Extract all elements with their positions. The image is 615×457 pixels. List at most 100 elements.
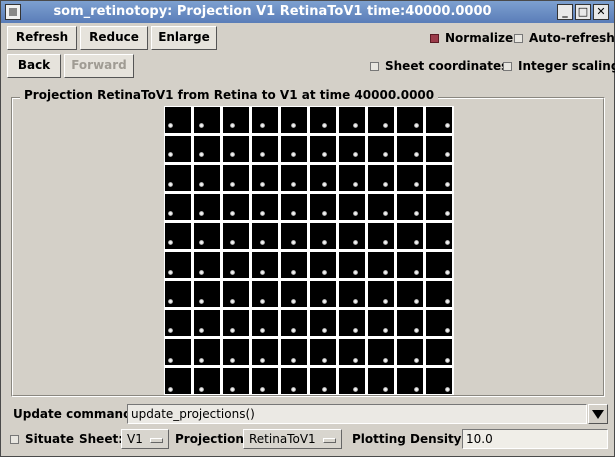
forward-button[interactable]: Forward	[64, 54, 134, 78]
weight-cell[interactable]	[426, 194, 452, 220]
projection-select[interactable]: RetinaToV1	[243, 429, 342, 449]
weight-cell[interactable]	[252, 310, 278, 336]
weight-cell[interactable]	[426, 281, 452, 307]
weight-cell[interactable]	[194, 194, 220, 220]
weight-cell[interactable]	[310, 252, 336, 278]
weight-cell[interactable]	[252, 339, 278, 365]
auto-refresh-checkbox-box[interactable]	[514, 34, 523, 43]
sheet-coordinates-checkbox[interactable]: Sheet coordinates	[370, 59, 508, 73]
weight-cell[interactable]	[339, 223, 365, 249]
weight-cell[interactable]	[281, 194, 307, 220]
weight-cell[interactable]	[252, 223, 278, 249]
weight-cell[interactable]	[165, 339, 191, 365]
weight-cell[interactable]	[223, 223, 249, 249]
weight-cell[interactable]	[397, 107, 423, 133]
weight-cell[interactable]	[252, 136, 278, 162]
weight-cell[interactable]	[339, 107, 365, 133]
integer-scaling-checkbox[interactable]: Integer scaling	[503, 59, 615, 73]
weight-cell[interactable]	[165, 107, 191, 133]
weight-cell[interactable]	[165, 310, 191, 336]
weight-cell[interactable]	[339, 252, 365, 278]
weight-cell[interactable]	[368, 310, 394, 336]
weight-cell[interactable]	[252, 252, 278, 278]
weight-cell[interactable]	[223, 165, 249, 191]
weight-cell[interactable]	[397, 339, 423, 365]
weight-cell[interactable]	[310, 136, 336, 162]
weight-cell[interactable]	[368, 194, 394, 220]
weight-cell[interactable]	[397, 194, 423, 220]
weight-cell[interactable]	[281, 136, 307, 162]
weight-cell[interactable]	[426, 339, 452, 365]
weight-cell[interactable]	[252, 165, 278, 191]
weight-cell[interactable]	[165, 281, 191, 307]
chevron-down-icon[interactable]	[588, 404, 608, 424]
sheet-select[interactable]: V1	[121, 429, 169, 449]
weight-cell[interactable]	[165, 136, 191, 162]
minimize-icon[interactable]: _	[557, 4, 573, 20]
weight-cell[interactable]	[281, 165, 307, 191]
weight-cell[interactable]	[223, 136, 249, 162]
projection-grid[interactable]	[164, 106, 454, 395]
weight-cell[interactable]	[165, 368, 191, 394]
weight-cell[interactable]	[339, 165, 365, 191]
refresh-button[interactable]: Refresh	[7, 26, 77, 50]
weight-cell[interactable]	[310, 194, 336, 220]
weight-cell[interactable]	[194, 252, 220, 278]
enlarge-button[interactable]: Enlarge	[151, 26, 217, 50]
weight-cell[interactable]	[368, 252, 394, 278]
weight-cell[interactable]	[281, 252, 307, 278]
weight-cell[interactable]	[194, 339, 220, 365]
weight-cell[interactable]	[194, 310, 220, 336]
weight-cell[interactable]	[281, 310, 307, 336]
update-command-input[interactable]: update_projections()	[127, 404, 587, 424]
weight-cell[interactable]	[194, 223, 220, 249]
weight-cell[interactable]	[339, 310, 365, 336]
weight-cell[interactable]	[310, 165, 336, 191]
weight-cell[interactable]	[397, 223, 423, 249]
weight-cell[interactable]	[368, 165, 394, 191]
weight-cell[interactable]	[397, 368, 423, 394]
maximize-icon[interactable]: □	[575, 4, 591, 20]
normalize-checkbox[interactable]: Normalize	[430, 31, 513, 45]
weight-cell[interactable]	[397, 281, 423, 307]
weight-cell[interactable]	[310, 223, 336, 249]
weight-cell[interactable]	[223, 368, 249, 394]
weight-cell[interactable]	[165, 252, 191, 278]
back-button[interactable]: Back	[7, 54, 61, 78]
weight-cell[interactable]	[223, 107, 249, 133]
weight-cell[interactable]	[310, 339, 336, 365]
weight-cell[interactable]	[223, 310, 249, 336]
weight-cell[interactable]	[426, 165, 452, 191]
weight-cell[interactable]	[223, 194, 249, 220]
weight-cell[interactable]	[194, 281, 220, 307]
weight-cell[interactable]	[194, 165, 220, 191]
weight-cell[interactable]	[223, 252, 249, 278]
weight-cell[interactable]	[165, 165, 191, 191]
weight-cell[interactable]	[339, 194, 365, 220]
weight-cell[interactable]	[281, 107, 307, 133]
weight-cell[interactable]	[281, 281, 307, 307]
weight-cell[interactable]	[426, 368, 452, 394]
weight-cell[interactable]	[339, 339, 365, 365]
weight-cell[interactable]	[426, 310, 452, 336]
weight-cell[interactable]	[368, 223, 394, 249]
weight-cell[interactable]	[310, 310, 336, 336]
title-bar[interactable]: som_retinotopy: Projection V1 RetinaToV1…	[1, 1, 614, 23]
weight-cell[interactable]	[368, 136, 394, 162]
weight-cell[interactable]	[339, 368, 365, 394]
auto-refresh-checkbox[interactable]: Auto-refresh	[514, 31, 615, 45]
situate-checkbox-box[interactable]	[10, 435, 19, 444]
weight-cell[interactable]	[252, 107, 278, 133]
weight-cell[interactable]	[339, 281, 365, 307]
situate-checkbox[interactable]: Situate	[10, 432, 74, 446]
weight-cell[interactable]	[252, 281, 278, 307]
weight-cell[interactable]	[194, 136, 220, 162]
weight-cell[interactable]	[397, 136, 423, 162]
weight-cell[interactable]	[368, 107, 394, 133]
weight-cell[interactable]	[426, 223, 452, 249]
sheet-coordinates-checkbox-box[interactable]	[370, 62, 379, 71]
weight-cell[interactable]	[252, 194, 278, 220]
weight-cell[interactable]	[397, 310, 423, 336]
weight-cell[interactable]	[223, 281, 249, 307]
close-icon[interactable]: ✕	[593, 4, 609, 20]
